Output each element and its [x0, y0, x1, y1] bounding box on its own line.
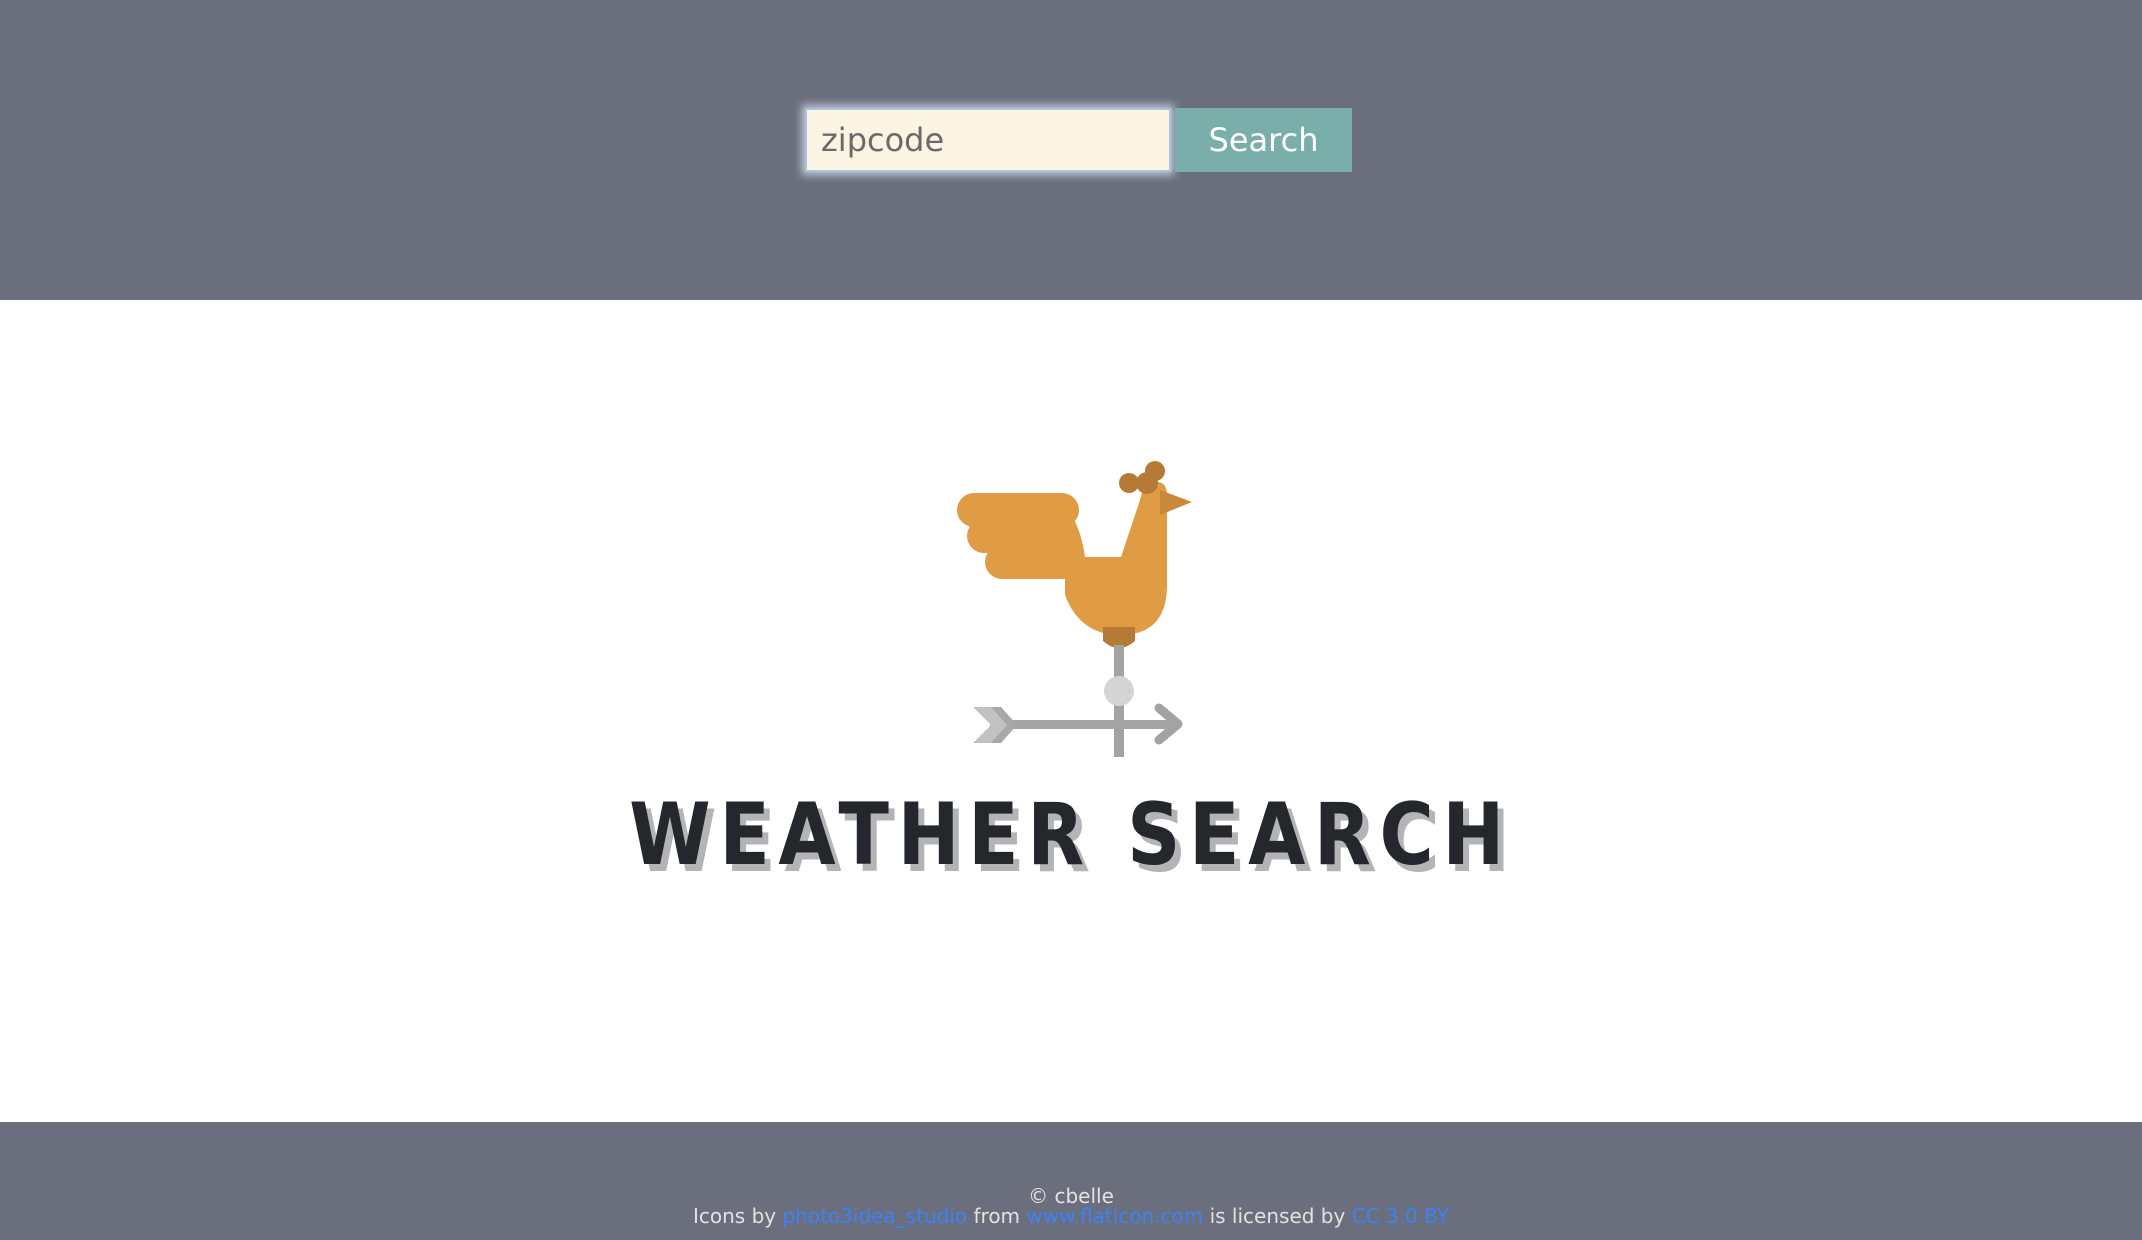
weathervane-rooster-icon [957, 461, 1192, 757]
vane-ball [1104, 676, 1134, 706]
icon-credits: Icons by photo3idea_studio from www.flat… [0, 1204, 2142, 1228]
credits-prefix: Icons by [693, 1204, 777, 1228]
credits-license-text: is licensed by [1209, 1204, 1346, 1228]
credits-from: from [973, 1204, 1021, 1228]
search-button[interactable]: Search [1175, 108, 1352, 172]
flaticon-link[interactable]: www.flaticon.com [1026, 1204, 1203, 1228]
rooster-body [1065, 481, 1167, 635]
header-bar: Search [0, 0, 2142, 300]
zipcode-input[interactable] [805, 108, 1171, 172]
vane-arrow-shaft [990, 720, 1180, 729]
page-title: WEATHER SEARCH [629, 785, 1513, 885]
footer-bar: © cbelle Icons by photo3idea_studio from… [0, 1122, 2142, 1240]
rooster-base [1103, 627, 1135, 648]
rooster-wing [957, 493, 1079, 579]
rooster-beak [1160, 490, 1192, 515]
license-link[interactable]: CC 3.0 BY [1352, 1204, 1449, 1228]
author-link[interactable]: photo3idea_studio [782, 1204, 967, 1228]
search-form: Search [805, 108, 1352, 172]
